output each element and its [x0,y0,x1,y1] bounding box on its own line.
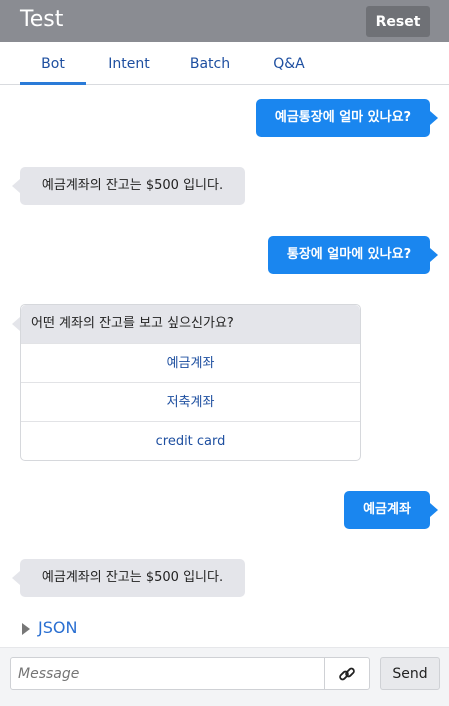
tab-bot[interactable]: Bot [20,42,86,85]
bot-message: 예금계좌의 잔고는 $500 입니다. [12,559,245,597]
option-button[interactable]: credit card [21,421,360,460]
bot-question: 어떤 계좌의 잔고를 보고 싶으신가요? [12,305,360,343]
page-title: Test [20,7,64,32]
message-input[interactable] [10,657,325,690]
tab-bar: Bot Intent Batch Q&A [0,42,449,85]
user-message: 예금통장에 얼마 있나요? [256,99,438,137]
json-toggle[interactable]: JSON [22,618,77,637]
chat-log[interactable]: 예금통장에 얼마 있나요? 예금계좌의 잔고는 $500 입니다. 통장에 얼마… [0,85,449,647]
composer: Send [0,647,449,706]
option-button[interactable]: 예금계좌 [21,343,360,382]
tab-intent[interactable]: Intent [100,42,158,85]
app-header: Test Reset [0,0,449,42]
attach-link-button[interactable] [324,657,370,690]
option-button[interactable]: 저축계좌 [21,382,360,421]
tab-qa[interactable]: Q&A [262,42,316,85]
bot-message: 예금계좌의 잔고는 $500 입니다. [12,167,245,205]
send-button[interactable]: Send [380,657,440,690]
tab-batch[interactable]: Batch [180,42,240,85]
caret-right-icon [22,622,30,635]
user-message: 통장에 얼마에 있나요? [268,236,438,274]
json-toggle-label: JSON [38,618,78,637]
user-message: 예금계좌 [344,491,438,529]
options-card: 어떤 계좌의 잔고를 보고 싶으신가요? 예금계좌 저축계좌 credit ca… [12,304,361,461]
reset-button[interactable]: Reset [366,6,430,37]
link-icon [339,667,355,681]
